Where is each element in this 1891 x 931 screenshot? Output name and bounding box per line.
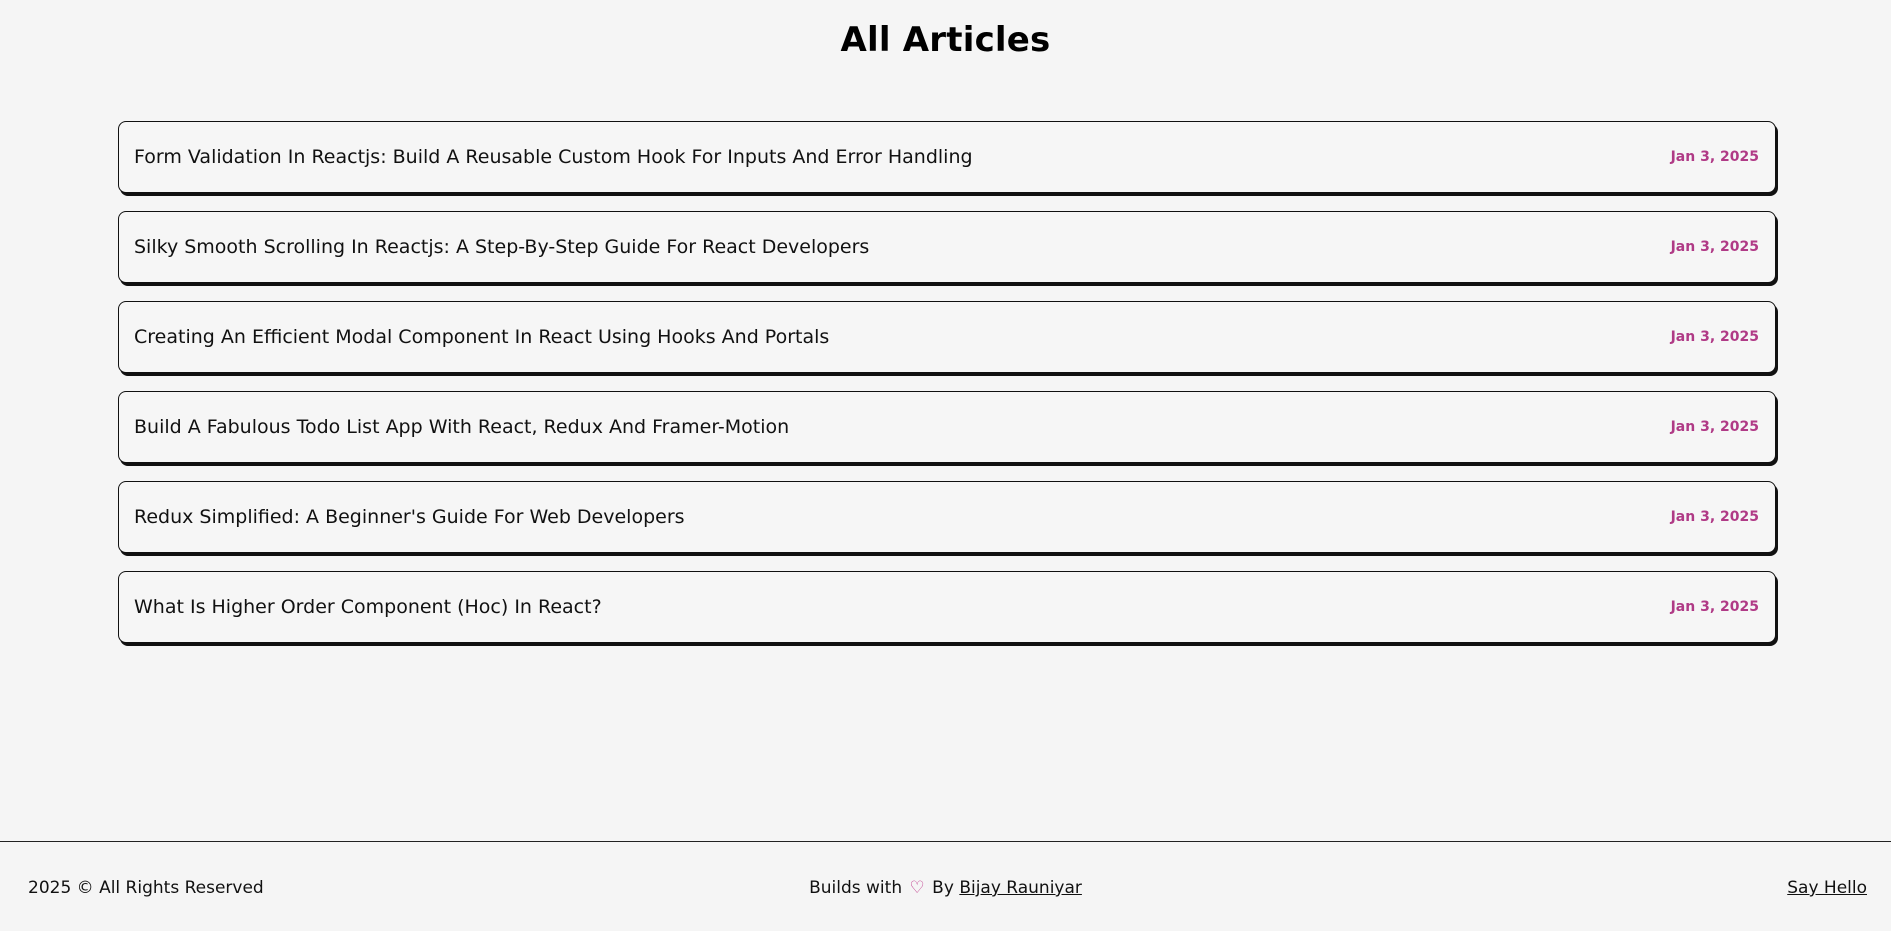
article-card[interactable]: Silky Smooth Scrolling In Reactjs: A Ste… (118, 211, 1776, 283)
article-date: Jan 3, 2025 (1670, 149, 1759, 165)
article-title: Silky Smooth Scrolling In Reactjs: A Ste… (134, 236, 870, 258)
page: All Articles Form Validation In Reactjs:… (0, 0, 1891, 931)
article-card[interactable]: Build A Fabulous Todo List App With Reac… (118, 391, 1776, 463)
article-title: Redux Simplified: A Beginner's Guide For… (134, 506, 685, 528)
article-title: What Is Higher Order Component (Hoc) In … (134, 596, 602, 618)
article-title: Creating An Efficient Modal Component In… (134, 326, 830, 348)
article-date: Jan 3, 2025 (1670, 509, 1759, 525)
article-card[interactable]: Creating An Efficient Modal Component In… (118, 301, 1776, 373)
author-link[interactable]: Bijay Rauniyar (959, 878, 1082, 898)
builds-with-text: Builds with (809, 878, 903, 898)
say-hello-link[interactable]: Say Hello (1787, 878, 1867, 898)
footer-credit: Builds with ♡ By Bijay Rauniyar (0, 878, 1891, 898)
article-date: Jan 3, 2025 (1670, 239, 1759, 255)
article-card[interactable]: What Is Higher Order Component (Hoc) In … (118, 571, 1776, 643)
article-card[interactable]: Redux Simplified: A Beginner's Guide For… (118, 481, 1776, 553)
footer: 2025 © All Rights Reserved Builds with ♡… (0, 841, 1891, 931)
article-date: Jan 3, 2025 (1670, 419, 1759, 435)
footer-say-hello: Say Hello (1787, 878, 1867, 898)
heart-icon: ♡ (909, 878, 925, 898)
article-date: Jan 3, 2025 (1670, 329, 1759, 345)
article-title: Build A Fabulous Todo List App With Reac… (134, 416, 790, 438)
article-card[interactable]: Form Validation In Reactjs: Build A Reus… (118, 121, 1776, 193)
article-title: Form Validation In Reactjs: Build A Reus… (134, 146, 973, 168)
article-date: Jan 3, 2025 (1670, 599, 1759, 615)
article-list: Form Validation In Reactjs: Build A Reus… (118, 121, 1776, 661)
by-text: By (932, 878, 954, 898)
page-title: All Articles (840, 20, 1051, 60)
